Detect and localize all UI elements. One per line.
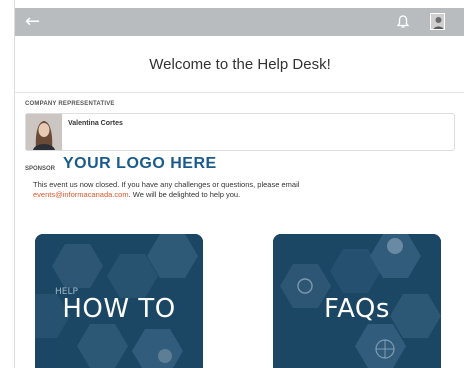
rep-avatar xyxy=(26,114,62,150)
notice-text: This event us now closed. If you have an… xyxy=(33,180,300,189)
how-to-label: HOW TO xyxy=(62,294,176,324)
how-to-tile[interactable]: HELP HOW TO xyxy=(35,234,203,368)
back-arrow-icon[interactable]: ← xyxy=(25,12,40,32)
support-email-link[interactable]: events@informacanada.com xyxy=(33,190,129,199)
help-desk-panel: ← Welcome to the Help Desk! COMPANY REPR… xyxy=(14,0,464,368)
notice-text-end: . We will be delighted to help you. xyxy=(128,190,241,199)
sponsor-logo[interactable]: YOUR LOGO HERE xyxy=(63,155,217,173)
company-rep-label: COMPANY REPRESENTATIVE xyxy=(25,101,115,107)
top-bar: ← xyxy=(15,8,464,36)
event-closed-notice: This event us now closed. If you have an… xyxy=(33,180,453,200)
rep-name: Valentina Cortes xyxy=(68,120,123,127)
bell-icon[interactable] xyxy=(395,14,411,30)
sponsor-label: SPONSOR xyxy=(25,166,56,172)
faqs-label: FAQs xyxy=(324,294,390,324)
faqs-tile[interactable]: FAQs xyxy=(273,234,441,368)
company-rep-card[interactable]: Valentina Cortes xyxy=(25,113,455,151)
page-title: Welcome to the Help Desk! xyxy=(15,38,464,93)
user-avatar[interactable] xyxy=(430,13,445,30)
